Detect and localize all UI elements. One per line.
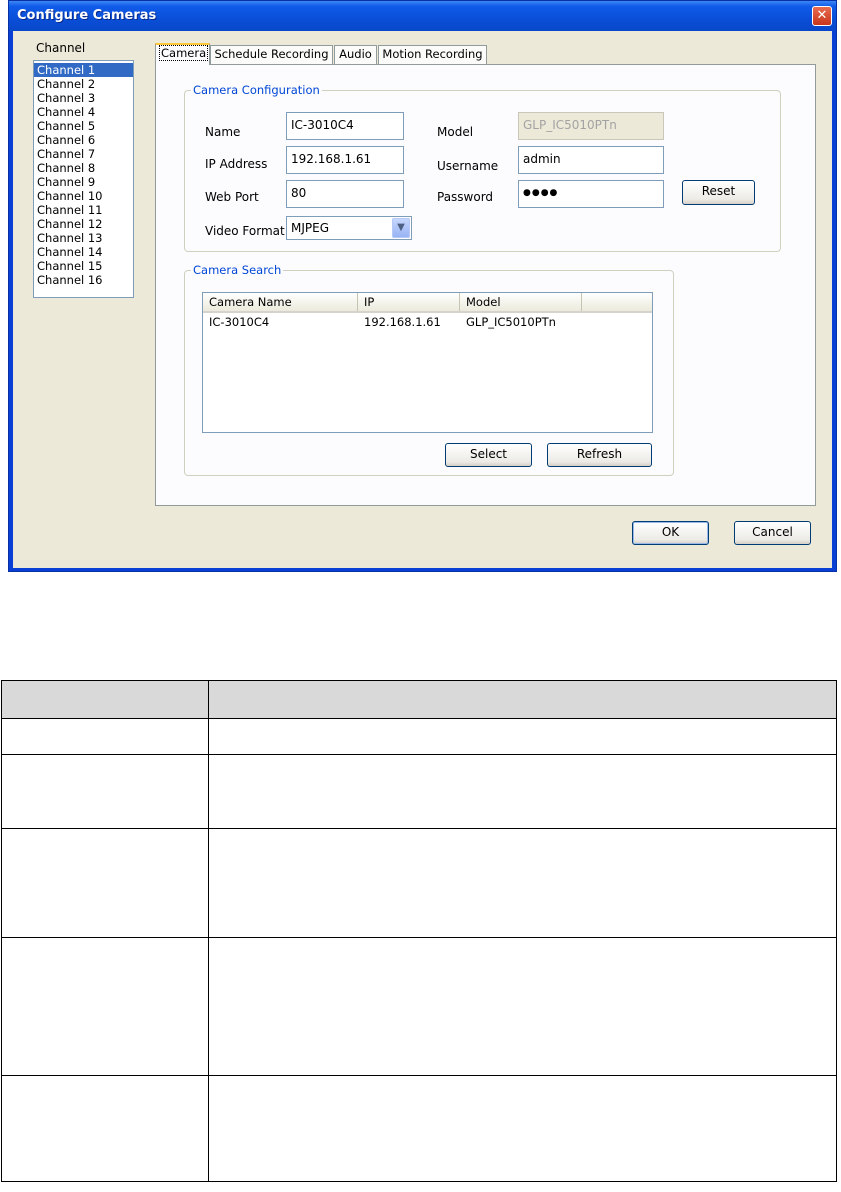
dialog-client-area: Channel Channel 1 Channel 2 Channel 3 Ch… xyxy=(13,31,832,568)
ok-button[interactable]: OK xyxy=(632,521,709,545)
camera-configuration-group: Camera Configuration Name IC-3010C4 IP A… xyxy=(184,83,781,252)
table-cell xyxy=(1,754,209,829)
window-title: Configure Cameras xyxy=(17,8,157,23)
channel-item[interactable]: Channel 4 xyxy=(34,105,133,119)
ip-address-field[interactable]: 192.168.1.61 xyxy=(286,146,404,174)
channel-item[interactable]: Channel 11 xyxy=(34,203,133,217)
title-bar[interactable]: Configure Cameras ✕ xyxy=(9,1,836,31)
channel-item[interactable]: Channel 13 xyxy=(34,231,133,245)
chevron-down-icon[interactable]: ▼ xyxy=(392,218,410,238)
video-format-label: Video Format xyxy=(205,224,285,238)
channel-item[interactable]: Channel 8 xyxy=(34,161,133,175)
table-row xyxy=(1,937,837,1076)
video-format-select[interactable]: MJPEG ▼ xyxy=(286,216,412,240)
model-field: GLP_IC5010PTn xyxy=(518,112,664,140)
column-model[interactable]: Model xyxy=(460,293,582,311)
select-button[interactable]: Select xyxy=(445,443,532,467)
channel-list[interactable]: Channel 1 Channel 2 Channel 3 Channel 4 … xyxy=(33,60,134,298)
username-label: Username xyxy=(437,159,499,173)
column-camera-name[interactable]: Camera Name xyxy=(203,293,358,311)
description-table xyxy=(1,680,837,1182)
table-cell xyxy=(1,828,209,938)
channel-item[interactable]: Channel 6 xyxy=(34,133,133,147)
channel-item[interactable]: Channel 5 xyxy=(34,119,133,133)
username-field[interactable]: admin xyxy=(518,146,664,174)
table-cell xyxy=(208,828,837,938)
table-cell xyxy=(208,754,837,829)
table-cell xyxy=(208,718,837,755)
table-row xyxy=(1,1075,837,1182)
cell-ip: 192.168.1.61 xyxy=(364,315,441,329)
web-port-field[interactable]: 80 xyxy=(286,180,404,208)
tab-schedule-recording[interactable]: Schedule Recording xyxy=(210,45,333,64)
channel-item[interactable]: Channel 9 xyxy=(34,175,133,189)
name-label: Name xyxy=(205,125,241,139)
web-port-label: Web Port xyxy=(205,190,259,204)
list-header: Camera Name IP Model xyxy=(203,293,652,313)
close-icon[interactable]: ✕ xyxy=(812,6,832,26)
camera-search-list[interactable]: Camera Name IP Model IC-3010C4 192.168.1… xyxy=(202,292,653,433)
column-ip[interactable]: IP xyxy=(358,293,460,311)
reset-button[interactable]: Reset xyxy=(682,180,755,205)
cancel-button[interactable]: Cancel xyxy=(734,521,811,545)
password-label: Password xyxy=(437,190,494,204)
channel-item[interactable]: Channel 10 xyxy=(34,189,133,203)
video-format-value: MJPEG xyxy=(291,221,330,235)
channel-item[interactable]: Channel 15 xyxy=(34,259,133,273)
tab-camera[interactable]: Camera xyxy=(155,43,210,65)
channel-item[interactable]: Channel 3 xyxy=(34,91,133,105)
channel-item[interactable]: Channel 12 xyxy=(34,217,133,231)
tab-audio[interactable]: Audio xyxy=(334,45,377,64)
ip-address-label: IP Address xyxy=(205,157,268,171)
camera-configuration-title: Camera Configuration xyxy=(191,83,322,97)
model-label: Model xyxy=(437,125,474,139)
table-cell xyxy=(1,1075,209,1182)
table-header-cell xyxy=(208,680,837,719)
camera-search-title: Camera Search xyxy=(191,263,284,277)
table-header-row xyxy=(1,680,837,719)
configure-cameras-window: Configure Cameras ✕ Channel Channel 1 Ch… xyxy=(8,0,837,572)
table-row xyxy=(1,754,837,829)
channel-item[interactable]: Channel 7 xyxy=(34,147,133,161)
table-cell xyxy=(1,937,209,1076)
channel-item[interactable]: Channel 2 xyxy=(34,77,133,91)
name-field[interactable]: IC-3010C4 xyxy=(286,112,404,140)
table-row xyxy=(1,828,837,938)
table-cell xyxy=(208,1075,837,1182)
table-cell xyxy=(1,718,209,755)
tab-motion-recording[interactable]: Motion Recording xyxy=(378,45,487,64)
password-field[interactable]: ●●●● xyxy=(518,180,664,208)
table-row xyxy=(1,718,837,755)
channel-item[interactable]: Channel 16 xyxy=(34,273,133,287)
refresh-button[interactable]: Refresh xyxy=(547,443,652,467)
camera-search-group: Camera Search Camera Name IP Model IC-30… xyxy=(184,263,674,476)
camera-tab-panel: Camera Configuration Name IC-3010C4 IP A… xyxy=(155,64,816,506)
cell-model: GLP_IC5010PTn xyxy=(466,315,556,329)
table-header-cell xyxy=(1,680,209,719)
channel-item[interactable]: Channel 1 xyxy=(34,63,133,77)
channel-item[interactable]: Channel 14 xyxy=(34,245,133,259)
cell-camera-name: IC-3010C4 xyxy=(209,315,270,329)
table-cell xyxy=(208,937,837,1076)
channel-label: Channel xyxy=(36,41,86,55)
